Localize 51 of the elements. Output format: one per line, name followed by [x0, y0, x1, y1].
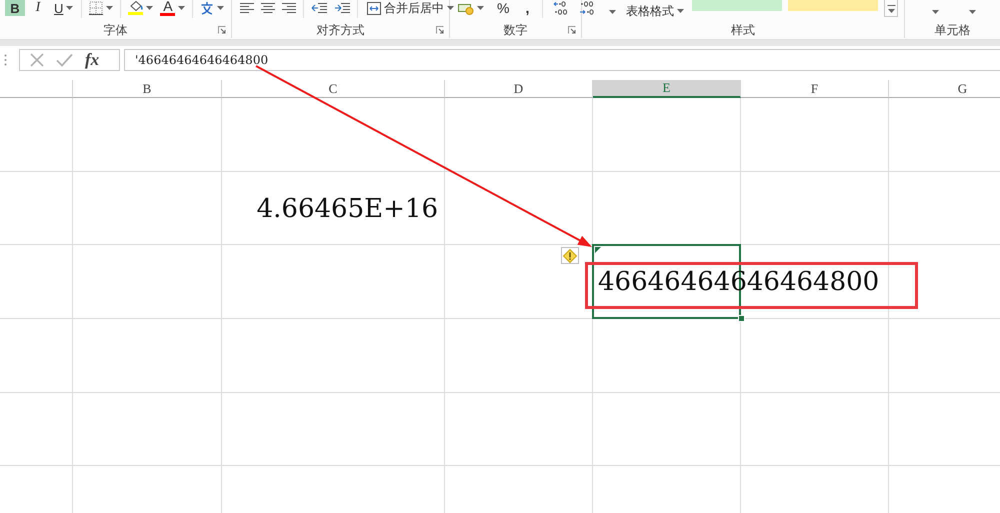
bold-button[interactable]: B	[5, 0, 25, 16]
column-header[interactable]: B	[73, 80, 222, 98]
cancel-icon	[30, 53, 44, 67]
italic-button[interactable]: I	[28, 0, 48, 16]
decrease-decimal-icon	[579, 1, 596, 15]
group-label: 样式	[731, 23, 755, 37]
font-color-button[interactable]: A	[158, 0, 188, 16]
align-center-button[interactable]	[259, 0, 277, 16]
column-header[interactable]: E	[593, 80, 741, 98]
fill-color-button[interactable]	[126, 0, 156, 16]
comma-style-button[interactable]: ,	[520, 0, 534, 16]
column-header[interactable]: D	[445, 80, 593, 98]
cell-value: 4.66465E+16	[256, 196, 438, 222]
gallery-scroll-button[interactable]	[884, 0, 898, 17]
align-center-icon	[261, 2, 275, 14]
dialog-launcher-icon[interactable]	[568, 26, 576, 34]
check-icon	[56, 53, 73, 67]
phonetic-guide-icon	[200, 1, 214, 15]
gallery-more-icon	[886, 2, 896, 14]
warning-icon	[563, 248, 577, 262]
error-options-button[interactable]	[561, 247, 579, 264]
grip-icon	[4, 54, 7, 66]
borders-icon	[89, 1, 104, 15]
borders-button[interactable]	[87, 0, 116, 16]
insert-function-button[interactable]: fx	[85, 51, 100, 69]
group-label: 字体	[104, 23, 128, 37]
group-label: 对齐方式	[316, 23, 364, 37]
cell-style-tile[interactable]	[788, 0, 878, 11]
align-right-icon	[282, 2, 296, 14]
cell-style-tile[interactable]	[692, 0, 782, 11]
currency-icon	[458, 2, 474, 14]
align-left-icon	[240, 2, 254, 14]
group-label: 数字	[504, 23, 528, 37]
dialog-launcher-icon[interactable]	[436, 26, 444, 34]
increase-indent-button[interactable]	[332, 0, 352, 16]
table-format-button[interactable]: 表格格式	[624, 3, 686, 19]
increase-decimal-icon	[553, 1, 570, 15]
formula-input[interactable]: '46646464646464800	[124, 49, 1000, 71]
column-header[interactable]: C	[222, 80, 445, 98]
fill-handle[interactable]	[738, 315, 745, 322]
decrease-indent-icon	[311, 2, 327, 14]
group-label: 单元格	[934, 23, 970, 37]
decrease-indent-button[interactable]	[309, 0, 329, 16]
dialog-launcher-icon[interactable]	[218, 26, 226, 34]
percent-style-button[interactable]: %	[492, 0, 514, 16]
column-header[interactable]: F	[741, 80, 889, 98]
increase-indent-icon	[334, 2, 350, 14]
merge-center-button[interactable]: 合并后居中	[365, 0, 456, 16]
underline-button[interactable]: U	[51, 0, 76, 16]
align-right-button[interactable]	[280, 0, 298, 16]
align-left-button[interactable]	[238, 0, 256, 16]
